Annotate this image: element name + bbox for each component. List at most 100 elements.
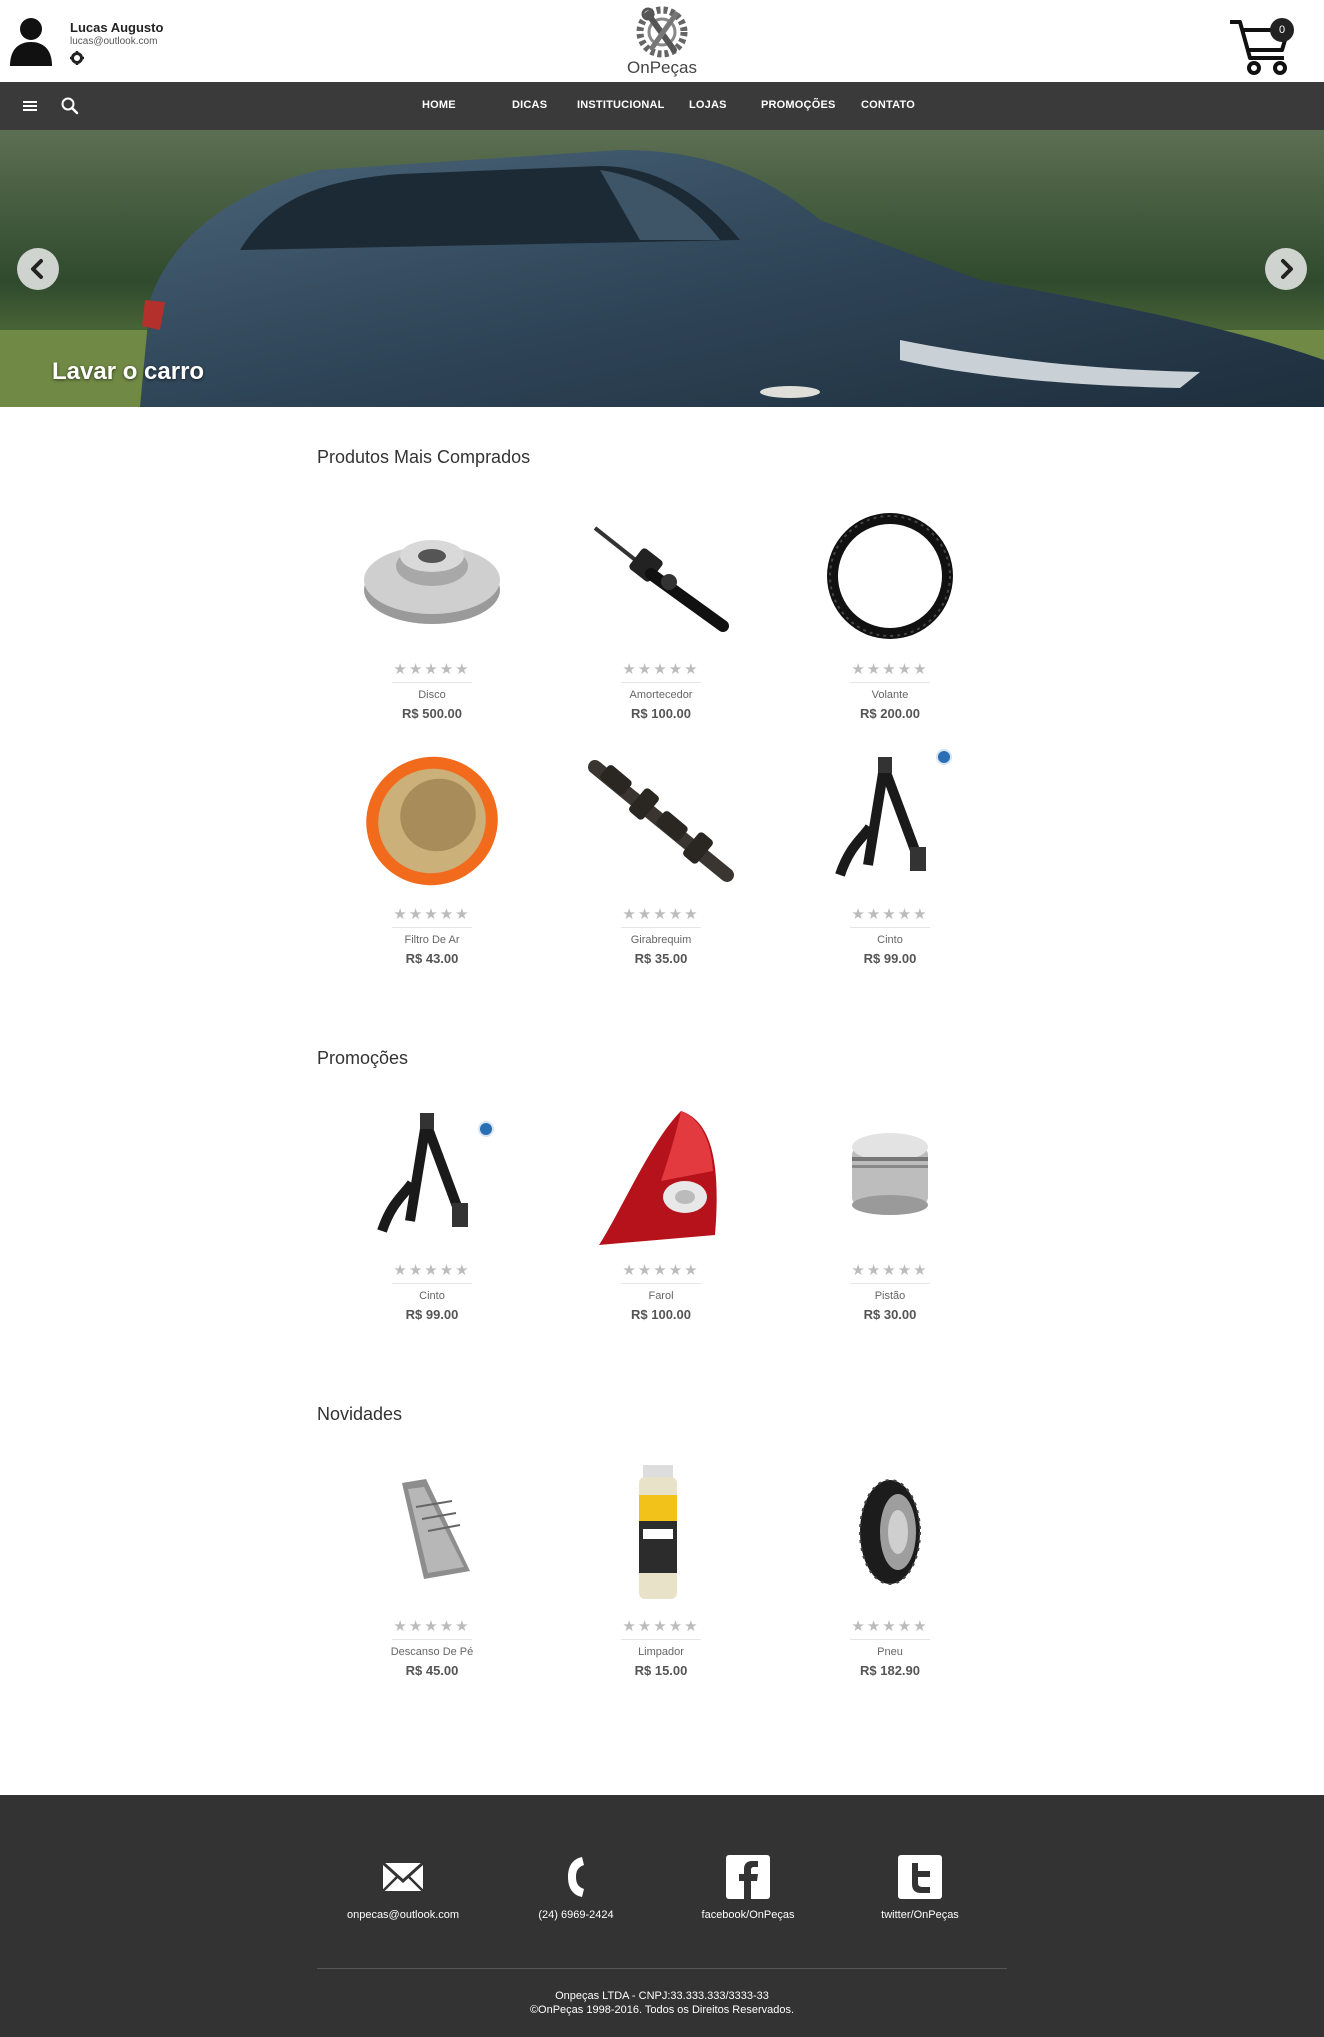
product-name[interactable]: Farol xyxy=(581,1290,741,1302)
top-bar: Lucas Augusto lucas@outlook.com OnPeças xyxy=(0,0,1324,82)
product-image[interactable] xyxy=(581,1457,741,1607)
product-price: R$ 45.00 xyxy=(405,1663,459,1678)
contact-facebook[interactable]: facebook/OnPeças xyxy=(678,1855,818,1921)
footer: onpecas@outlook.com (24) 6969-2424 faceb… xyxy=(0,1795,1324,2037)
contact-email[interactable]: onpecas@outlook.com xyxy=(333,1855,473,1921)
rating-stars[interactable]: ★★★★★ xyxy=(810,1261,970,1279)
avatar-icon[interactable] xyxy=(8,16,54,66)
product-image[interactable] xyxy=(581,1101,741,1251)
nav-institucional[interactable]: INSTITUCIONAL xyxy=(577,99,665,111)
rating-stars[interactable]: ★★★★★ xyxy=(352,1617,512,1635)
nav-home[interactable]: HOME xyxy=(422,99,456,111)
product-image[interactable] xyxy=(810,745,970,895)
hero-caption: Lavar o carro xyxy=(52,358,205,385)
user-email: lucas@outlook.com xyxy=(70,36,158,47)
divider xyxy=(392,1283,472,1284)
product-image[interactable] xyxy=(581,745,741,895)
product-name[interactable]: Pneu xyxy=(810,1646,970,1658)
nav-promocoes[interactable]: PROMOÇÕES xyxy=(761,99,836,111)
product-image[interactable] xyxy=(352,745,512,895)
footer-copyright: ©OnPeças 1998-2016. Todos os Direitos Re… xyxy=(529,2004,795,2016)
product-name[interactable]: Pistão xyxy=(810,1290,970,1302)
product-price: R$ 99.00 xyxy=(863,951,917,966)
product-name[interactable]: Girabrequim xyxy=(581,934,741,946)
product-name[interactable]: Amortecedor xyxy=(581,689,741,701)
brand-logo[interactable]: OnPeças xyxy=(622,4,702,80)
product-price: R$ 99.00 xyxy=(405,1307,459,1322)
rating-stars[interactable]: ★★★★★ xyxy=(810,905,970,923)
product-card[interactable]: ★★★★★ Pistão R$ 30.00 xyxy=(810,1101,970,1322)
rating-stars[interactable]: ★★★★★ xyxy=(810,1617,970,1635)
logo-icon xyxy=(636,6,688,58)
divider xyxy=(850,682,930,683)
product-card[interactable]: ★★★★★ Volante R$ 200.00 xyxy=(810,500,970,721)
product-card[interactable]: ★★★★★ Cinto R$ 99.00 xyxy=(352,1101,512,1322)
product-card[interactable]: ★★★★★ Amortecedor R$ 100.00 xyxy=(581,500,741,721)
product-image[interactable] xyxy=(352,1101,512,1251)
rating-stars[interactable]: ★★★★★ xyxy=(581,1617,741,1635)
product-card[interactable]: ★★★★★ Girabrequim R$ 35.00 xyxy=(581,745,741,966)
gear-icon[interactable] xyxy=(70,51,84,65)
product-image[interactable] xyxy=(581,500,741,650)
rating-stars[interactable]: ★★★★★ xyxy=(581,660,741,678)
section-title-best-sellers: Produtos Mais Comprados xyxy=(317,447,531,467)
rating-stars[interactable]: ★★★★★ xyxy=(581,1261,741,1279)
cart-button[interactable]: 0 xyxy=(1228,14,1300,78)
vw-logo-icon xyxy=(478,1121,494,1137)
user-name: Lucas Augusto xyxy=(70,20,164,35)
product-card[interactable]: ★★★★★ Filtro De Ar R$ 43.00 xyxy=(352,745,512,966)
product-card[interactable]: ★★★★★ Cinto R$ 99.00 xyxy=(810,745,970,966)
divider xyxy=(392,1639,472,1640)
contact-twitter[interactable]: twitter/OnPeças xyxy=(850,1855,990,1921)
product-name[interactable]: Volante xyxy=(810,689,970,701)
main-nav: HOME DICAS INSTITUCIONAL LOJAS PROMOÇÕES… xyxy=(0,82,1324,130)
product-card[interactable]: ★★★★★ Disco R$ 500.00 xyxy=(352,500,512,721)
divider xyxy=(621,1639,701,1640)
section-title-news: Novidades xyxy=(317,1404,403,1424)
product-image[interactable] xyxy=(810,1457,970,1607)
divider xyxy=(850,927,930,928)
carousel-prev-button[interactable] xyxy=(17,248,59,290)
divider xyxy=(850,1639,930,1640)
product-price: R$ 15.00 xyxy=(634,1663,688,1678)
product-name[interactable]: Cinto xyxy=(352,1290,512,1302)
product-name[interactable]: Descanso De Pé xyxy=(352,1646,512,1658)
contact-phone-label: (24) 6969-2424 xyxy=(538,1909,614,1921)
product-image[interactable] xyxy=(810,500,970,650)
brand-name: OnPeças xyxy=(627,58,697,77)
product-card[interactable]: ★★★★★ Descanso De Pé R$ 45.00 xyxy=(352,1457,512,1678)
phone-icon[interactable] xyxy=(554,1855,598,1899)
nav-dicas[interactable]: DICAS xyxy=(512,99,547,111)
nav-contato[interactable]: CONTATO xyxy=(861,99,915,111)
cart-count-badge: 0 xyxy=(1270,18,1294,42)
carousel-next-button[interactable] xyxy=(1265,248,1307,290)
product-image[interactable] xyxy=(810,1101,970,1251)
product-card[interactable]: ★★★★★ Limpador R$ 15.00 xyxy=(581,1457,741,1678)
product-name[interactable]: Limpador xyxy=(581,1646,741,1658)
product-card[interactable]: ★★★★★ Farol R$ 100.00 xyxy=(581,1101,741,1322)
divider xyxy=(621,1283,701,1284)
mail-icon[interactable] xyxy=(381,1855,425,1899)
rating-stars[interactable]: ★★★★★ xyxy=(352,905,512,923)
product-name[interactable]: Filtro De Ar xyxy=(352,934,512,946)
contact-email-label: onpecas@outlook.com xyxy=(346,1909,460,1921)
rating-stars[interactable]: ★★★★★ xyxy=(352,660,512,678)
section-title-promotions: Promoções xyxy=(317,1048,409,1068)
product-image[interactable] xyxy=(352,500,512,650)
rating-stars[interactable]: ★★★★★ xyxy=(581,905,741,923)
user-panel[interactable]: Lucas Augusto lucas@outlook.com xyxy=(8,16,163,66)
product-price: R$ 200.00 xyxy=(860,706,920,721)
product-image[interactable] xyxy=(352,1457,512,1607)
contact-phone[interactable]: (24) 6969-2424 xyxy=(506,1855,646,1921)
rating-stars[interactable]: ★★★★★ xyxy=(352,1261,512,1279)
product-card[interactable]: ★★★★★ Pneu R$ 182.90 xyxy=(810,1457,970,1678)
rating-stars[interactable]: ★★★★★ xyxy=(810,660,970,678)
product-name[interactable]: Cinto xyxy=(810,934,970,946)
divider xyxy=(392,927,472,928)
nav-lojas[interactable]: LOJAS xyxy=(689,99,727,111)
twitter-icon[interactable] xyxy=(898,1855,942,1899)
hero-carousel[interactable]: Lavar o carro xyxy=(0,130,1324,407)
facebook-icon[interactable] xyxy=(726,1855,770,1899)
footer-company: Onpeças LTDA - CNPJ:33.333.333/3333-33 xyxy=(555,1990,769,2002)
product-name[interactable]: Disco xyxy=(352,689,512,701)
